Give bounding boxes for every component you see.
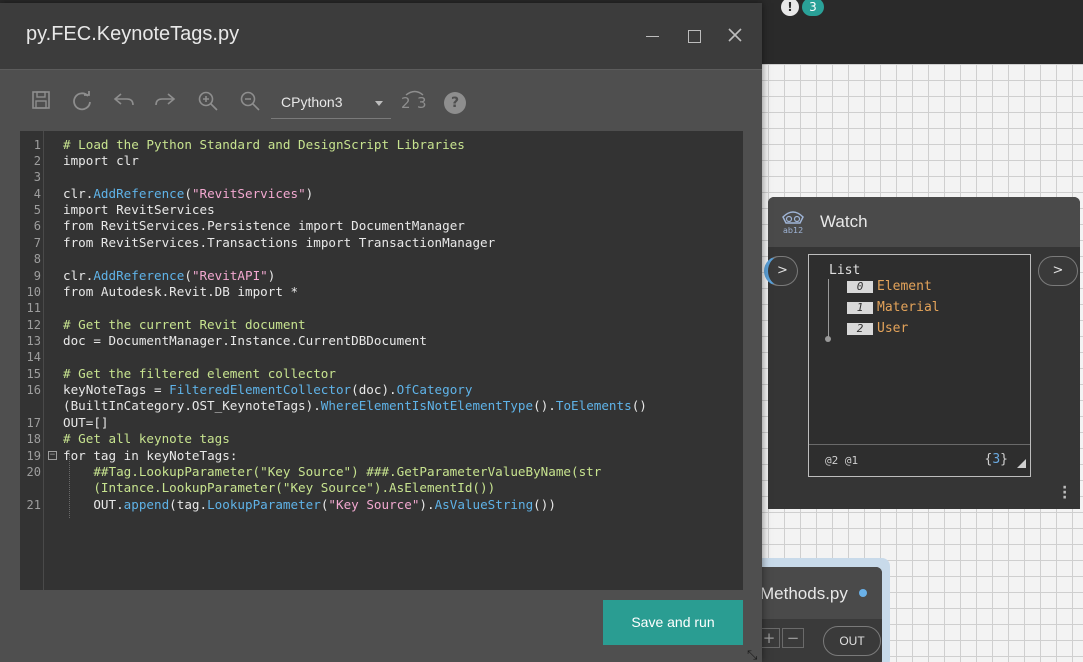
code-line: import RevitServices [63,202,215,217]
resize-cursor-icon[interactable]: ⤡ [747,648,763,662]
resize-handle-icon[interactable] [1017,459,1026,468]
watch-node-title: Watch [820,212,868,231]
line-number: 14 [26,350,41,364]
code-line: from Autodesk.Revit.DB import * [63,284,299,299]
code-line: # Get the filtered element collector [63,366,336,381]
save-icon[interactable] [28,90,54,116]
code-line: # Load the Python Standard and DesignScr… [63,137,465,152]
python-engine-value: CPython3 [281,94,343,110]
watch-input-port[interactable]: > [764,256,798,286]
line-number: 6 [33,219,41,233]
save-and-run-button[interactable]: Save and run [603,600,743,645]
code-line: OUT=[] [63,415,109,430]
dialog-title: py.FEC.KeynoteTags.py [26,23,240,45]
watch-item-value: Material [877,300,940,315]
node-menu-icon[interactable]: · · · [1062,481,1067,505]
code-line: from RevitServices.Persistence import Do… [63,218,465,233]
code-line-wrapped: (Intance.LookupParameter("Key Source").A… [63,480,496,495]
watch-item-index: 0 [847,281,873,293]
line-number-gutter: 1 2 3 4 5 6 7 8 9 10 11 12 13 14 15 16 1… [20,131,44,590]
line-number: 16 [26,383,41,397]
watch-item-index: 2 [847,323,873,335]
watch-node-icon: ab12 [780,209,806,235]
line-number: 11 [26,301,41,315]
close-button[interactable] [722,23,748,49]
dialog-titlebar[interactable]: py.FEC.KeynoteTags.py [0,3,762,70]
node-status-dot [859,589,867,597]
watch-tree-line [828,279,829,339]
zoom-in-icon[interactable] [195,90,221,116]
python-node-output-port[interactable]: OUT [823,626,881,656]
help-icon[interactable]: ? [444,92,466,114]
minimize-button[interactable] [639,23,665,49]
line-number: 19 [26,449,41,463]
line-number: 3 [33,170,41,184]
watch-preview-panel[interactable]: List 0 Element 1 Material 2 User @2 @1 {… [808,254,1031,477]
code-line: # Get the current Revit document [63,317,306,332]
watch-list-levels: @2 @1 [825,454,859,467]
zoom-out-icon[interactable] [237,90,263,116]
migrate-icon[interactable]: 23 [400,90,430,116]
line-number: 13 [26,334,41,348]
redo-icon[interactable] [152,90,178,116]
svg-text:2: 2 [401,94,411,112]
maximize-button[interactable] [681,23,707,49]
line-number: 17 [26,416,41,430]
remove-input-button[interactable]: − [782,628,804,648]
code-line: clr.AddReference("RevitServices") [63,186,314,201]
python-engine-select[interactable]: CPython3 [271,87,391,119]
line-number: 20 [26,465,41,479]
watch-item-index: 1 [847,302,873,314]
line-number: 4 [33,187,41,201]
line-number: 5 [33,203,41,217]
undo-icon[interactable] [111,90,137,116]
code-line: keyNoteTags = FilteredElementCollector(d… [63,382,473,397]
editor-toolbar: CPython3 23 ? [20,85,742,121]
code-line: OUT.append(tag.LookupParameter("Key Sour… [63,497,556,512]
maximize-icon [687,29,701,43]
line-number: 10 [26,285,41,299]
code-line: for tag in keyNoteTags: [63,448,238,463]
watch-footer: @2 @1 {3} [809,444,1030,476]
refresh-icon[interactable] [69,90,95,116]
watch-node-icon-label: ab12 [783,226,803,235]
notification-count-badge[interactable]: 3 [802,0,824,16]
line-number: 15 [26,367,41,381]
code-line: import clr [63,153,139,168]
watch-item-count: {3} [984,452,1008,467]
fold-margin [43,131,44,590]
code-line: # Get all keynote tags [63,431,230,446]
code-line-wrapped: (BuiltInCategory.OST_KeynoteTags).WhereE… [63,398,647,413]
watch-item-value: User [877,321,909,336]
code-editor[interactable]: 1 2 3 4 5 6 7 8 9 10 11 12 13 14 15 16 1… [20,131,743,590]
code-line: clr.AddReference("RevitAPI") [63,268,276,283]
watch-node[interactable]: ab12 Watch > > List 0 Element 1 Material… [764,197,1080,509]
line-number: 1 [33,138,41,152]
python-node-header[interactable]: Methods.py [746,567,882,619]
chevron-down-icon [375,101,383,106]
code-line: ##Tag.LookupParameter("Key Source") ###.… [63,464,602,479]
watch-output-port[interactable]: > [1038,256,1078,286]
line-number: 12 [26,318,41,332]
python-node-title: Methods.py [760,584,848,603]
line-number: 7 [33,236,41,250]
watch-node-header[interactable]: ab12 Watch [768,197,1080,247]
line-number: 8 [33,252,41,266]
python-script-node[interactable]: Methods.py + − OUT [746,567,882,662]
close-icon [728,28,742,42]
python-editor-dialog: py.FEC.KeynoteTags.py CPython3 2 3 ? 1 2… [0,3,762,662]
code-line: from RevitServices.Transactions import T… [63,235,496,250]
svg-text:3: 3 [417,94,427,112]
watch-item-value: Element [877,279,932,294]
watch-list-label: List [829,263,861,278]
line-number: 18 [26,432,41,446]
minimize-icon [645,35,659,37]
code-line: doc = DocumentManager.Instance.CurrentDB… [63,333,427,348]
fold-collapse-icon[interactable]: − [48,451,57,460]
line-number: 21 [26,498,41,512]
line-number: 2 [33,154,41,168]
line-number: 9 [33,269,41,283]
watch-tree-end-dot [825,336,831,342]
